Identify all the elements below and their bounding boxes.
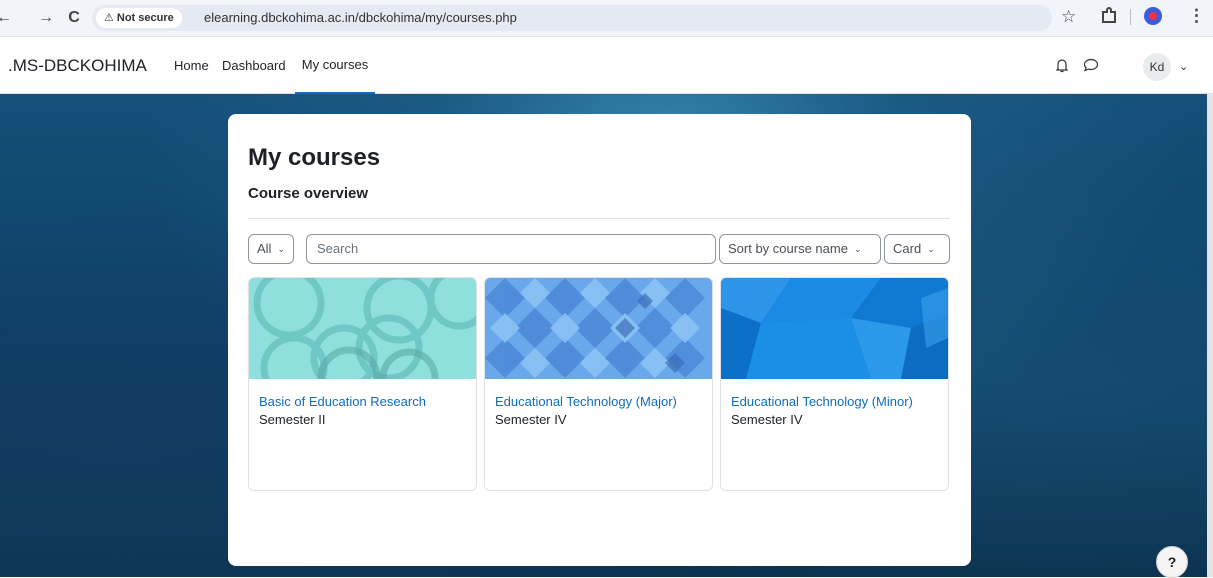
site-name[interactable]: .MS-DBCKOHIMA [8,37,147,95]
page-title: My courses [248,144,381,171]
site-navbar: .MS-DBCKOHIMA Home Dashboard My courses … [0,37,1213,95]
chevron-down-icon: ⌄ [277,244,285,254]
reload-icon[interactable]: C [64,8,84,28]
course-name-link[interactable]: Basic of Education Research [259,393,426,410]
browser-toolbar: ← → C ⚠ Not secure elearning.dbckohima.ac… [0,0,1213,37]
sort-dropdown[interactable]: Sort by course name ⌄ [719,234,881,264]
url-text[interactable]: elearning.dbckohima.ac.in/dbckohima/my/c… [204,5,517,31]
user-avatar[interactable]: Kd [1143,53,1171,81]
view-dropdown[interactable]: Card ⌄ [884,234,950,264]
course-name-link[interactable]: Educational Technology (Minor) [731,393,913,410]
nav-my-courses[interactable]: My courses [295,37,375,95]
extensions-puzzle-icon[interactable] [1101,7,1117,25]
nav-home[interactable]: Home [174,37,209,95]
user-menu-chevron-icon[interactable]: ⌄ [1179,57,1188,77]
browser-profile-icon[interactable] [1144,7,1162,25]
course-category: Semester IV [731,412,803,427]
grouping-label: All [257,241,272,256]
security-chip[interactable]: ⚠ Not secure [96,8,182,28]
security-label: Not secure [116,12,174,24]
course-card[interactable]: Basic of Education Research Semester II [248,277,477,491]
course-category: Semester II [259,412,326,427]
forward-arrow-icon[interactable]: → [36,8,56,28]
warning-icon: ⚠ [104,12,114,24]
notification-bell-icon[interactable] [1055,58,1069,73]
view-label: Card [893,241,922,256]
grouping-dropdown[interactable]: All ⌄ [248,234,294,264]
nav-dashboard[interactable]: Dashboard [222,37,286,95]
course-search-input[interactable]: Search [306,234,716,264]
course-card[interactable]: Educational Technology (Minor) Semester … [720,277,949,491]
sort-label: Sort by course name [728,241,848,256]
divider [248,218,950,219]
course-image[interactable] [249,278,476,379]
help-button[interactable]: ? [1156,546,1188,578]
course-overview-heading: Course overview [248,185,369,202]
address-bar[interactable]: ⚠ Not secure elearning.dbckohima.ac.in/db… [92,5,1052,31]
toolbar-separator [1130,9,1131,25]
browser-menu-icon[interactable]: ⋮ [1188,6,1205,26]
course-image[interactable] [721,278,948,379]
course-image[interactable] [485,278,712,379]
course-card[interactable]: Educational Technology (Major) Semester … [484,277,713,491]
my-courses-region: My courses Course overview All ⌄ Search S… [228,114,971,566]
messages-icon[interactable] [1083,58,1099,72]
back-arrow-icon[interactable]: ← [0,8,14,28]
page-scrollbar[interactable] [1207,94,1213,577]
course-category: Semester IV [495,412,567,427]
bookmark-star-icon[interactable]: ☆ [1061,7,1076,27]
chevron-down-icon: ⌄ [853,244,862,254]
chevron-down-icon: ⌄ [927,244,935,254]
course-name-link[interactable]: Educational Technology (Major) [495,393,677,410]
